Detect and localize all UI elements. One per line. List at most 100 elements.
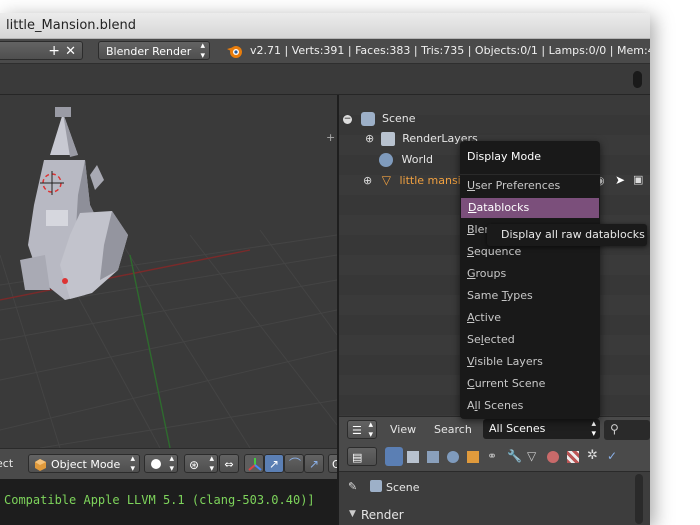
- panel-collapse-icon[interactable]: ▼: [349, 509, 356, 519]
- material-tab-icon[interactable]: [547, 451, 559, 463]
- blender-window: little_Mansion.blend + ✕ Blender Render …: [0, 13, 650, 525]
- rotate-manipulator-button[interactable]: ⌒: [284, 454, 304, 473]
- menu-item[interactable]: All Scenes: [460, 396, 600, 416]
- menu-item[interactable]: Datablocks: [461, 198, 599, 218]
- outliner-item-world[interactable]: World: [379, 150, 433, 170]
- axis-manipulator-icon: [248, 458, 262, 471]
- title-bar: little_Mansion.blend: [0, 13, 650, 39]
- menu-item[interactable]: User Preferences: [460, 176, 600, 196]
- properties-editor-type-dropdown[interactable]: ▤: [347, 447, 377, 466]
- close-icon[interactable]: ✕: [65, 42, 76, 61]
- blender-logo-icon: [227, 46, 242, 58]
- render-tab-icon[interactable]: [385, 447, 403, 466]
- render-engine-label: Blender Render: [106, 45, 192, 58]
- constraints-tab-icon[interactable]: ⚭: [487, 449, 497, 463]
- dropdown-arrows-icon: ▴ ▾: [368, 420, 373, 440]
- outliner-item-label: World: [401, 153, 434, 166]
- pin-icon[interactable]: ✎: [348, 480, 357, 493]
- viewport-scene: +: [0, 107, 337, 448]
- svg-text:+: +: [326, 131, 335, 144]
- menu-item-text: urrent Scene: [474, 377, 546, 390]
- menu-item[interactable]: Current Scene: [460, 374, 600, 394]
- menu-item-accelerator: B: [467, 223, 475, 236]
- scene-selector-field[interactable]: + ✕: [0, 41, 83, 60]
- menu-item-text: ser Preferences: [475, 179, 561, 192]
- object-mode-dropdown[interactable]: Object Mode ▴ ▾: [28, 454, 140, 474]
- viewport-shading-dropdown[interactable]: ▴ ▾: [144, 454, 178, 474]
- render-engine-dropdown[interactable]: Blender Render ▴ ▾: [98, 41, 210, 61]
- dropdown-arrows-icon: ▴ ▾: [200, 41, 205, 61]
- scene-icon: [360, 112, 375, 126]
- pivot-point-dropdown[interactable]: ⊛ ▴ ▾: [184, 454, 218, 474]
- data-tab-icon[interactable]: ▽: [527, 449, 536, 463]
- search-field[interactable]: ⚲: [604, 420, 650, 440]
- 3d-viewport[interactable]: +: [0, 95, 337, 448]
- menu-item-text: ypes: [506, 289, 533, 302]
- menu-title: Display Mode: [467, 150, 542, 163]
- particles-tab-icon[interactable]: ✲: [587, 448, 598, 463]
- outliner-item-scene[interactable]: − Scene: [343, 109, 416, 129]
- object-tab-icon[interactable]: [467, 451, 479, 463]
- menu-item-text: equence: [473, 245, 522, 258]
- expand-icon[interactable]: ⊕: [365, 132, 374, 145]
- collapse-icon[interactable]: −: [343, 114, 352, 124]
- texture-tab-icon[interactable]: [567, 451, 579, 463]
- editor-type-dropdown[interactable]: ☰ ▴ ▾: [347, 420, 377, 440]
- scene-small-icon: [370, 480, 382, 492]
- dropdown-arrows-icon: ▴ ▾: [169, 454, 174, 474]
- scale-icon: ↗: [309, 457, 320, 471]
- info-header: + ✕ Blender Render ▴ ▾ v2.71 | Verts:391 …: [0, 39, 650, 64]
- menu-item-text: Same: [467, 289, 502, 302]
- python-console[interactable]: Compatible Apple LLVM 5.1 (clang-503.0.4…: [0, 479, 337, 525]
- translate-arrow-icon: ↗: [269, 457, 280, 471]
- scroll-handle[interactable]: [633, 71, 642, 88]
- display-mode-menu: Display Mode User Preferences Datablocks B…: [460, 141, 600, 419]
- mode-prefix-label: ect: [0, 457, 14, 470]
- rotate-icon: ⌒: [289, 457, 302, 471]
- menu-item-text: roups: [475, 267, 507, 280]
- timeline-strip: [0, 64, 650, 95]
- translate-manipulator-button[interactable]: ↗: [264, 454, 284, 473]
- menu-separator: [460, 174, 600, 175]
- render-layers-tab-icon[interactable]: [407, 451, 419, 463]
- display-mode-value: All Scenes: [489, 422, 546, 435]
- render-panel-title[interactable]: Render: [361, 508, 404, 522]
- context-scene-label: Scene: [386, 481, 420, 494]
- menu-item-text: isible Layers: [474, 355, 543, 368]
- menu-item[interactable]: Same Types: [460, 286, 600, 306]
- outliner-item-little-mansion[interactable]: ⊕ ▽ little mansion: [363, 170, 474, 190]
- menu-item-text: ctive: [474, 311, 502, 324]
- menu-item[interactable]: Selected: [460, 330, 600, 350]
- solid-shading-icon: [151, 459, 161, 469]
- modifier-tab-icon[interactable]: 🔧: [507, 449, 522, 463]
- tooltip-text: Display all raw datablocks: [501, 228, 645, 241]
- properties-icon: ▤: [352, 451, 363, 464]
- search-menu[interactable]: Search: [434, 423, 472, 436]
- physics-tab-icon[interactable]: ✓: [607, 449, 617, 463]
- transform-manipulator-toggle[interactable]: [244, 454, 264, 473]
- viewport-header: ect Object Mode ▴▾ ▴▾ ⊛ ▴▾ ⇔: [0, 448, 348, 479]
- menu-item[interactable]: Visible Layers: [460, 352, 600, 372]
- scale-manipulator-button[interactable]: ↗: [304, 454, 324, 473]
- window-title: little_Mansion.blend: [6, 18, 137, 33]
- menu-item-text: A: [467, 399, 475, 412]
- menu-item[interactable]: Groups: [460, 264, 600, 284]
- scene-tab-icon[interactable]: [427, 451, 439, 463]
- scrollbar[interactable]: [635, 474, 643, 524]
- menu-item-text: ected: [483, 333, 515, 346]
- menu-item-accelerator: S: [467, 245, 474, 258]
- mesh-object-icon: ▽: [381, 173, 391, 187]
- menu-item-text: l Scenes: [477, 399, 524, 412]
- display-mode-dropdown[interactable]: All Scenes ▴ ▾: [483, 419, 600, 439]
- properties-panel: ✎ Scene ▼ Render: [339, 472, 650, 525]
- view-menu[interactable]: View: [390, 423, 416, 436]
- cursor-select-icon[interactable]: ➤: [615, 173, 625, 187]
- world-tab-icon[interactable]: [447, 451, 459, 463]
- camera-render-icon[interactable]: ▣: [633, 173, 643, 186]
- menu-item[interactable]: Active: [460, 308, 600, 328]
- expand-icon[interactable]: ⊕: [363, 174, 372, 187]
- add-scene-icon[interactable]: +: [48, 42, 60, 61]
- dropdown-arrows-icon: ▴ ▾: [591, 419, 596, 439]
- dropdown-arrows-icon: ▴ ▾: [209, 454, 214, 474]
- manipulator-button[interactable]: ⇔: [219, 454, 239, 473]
